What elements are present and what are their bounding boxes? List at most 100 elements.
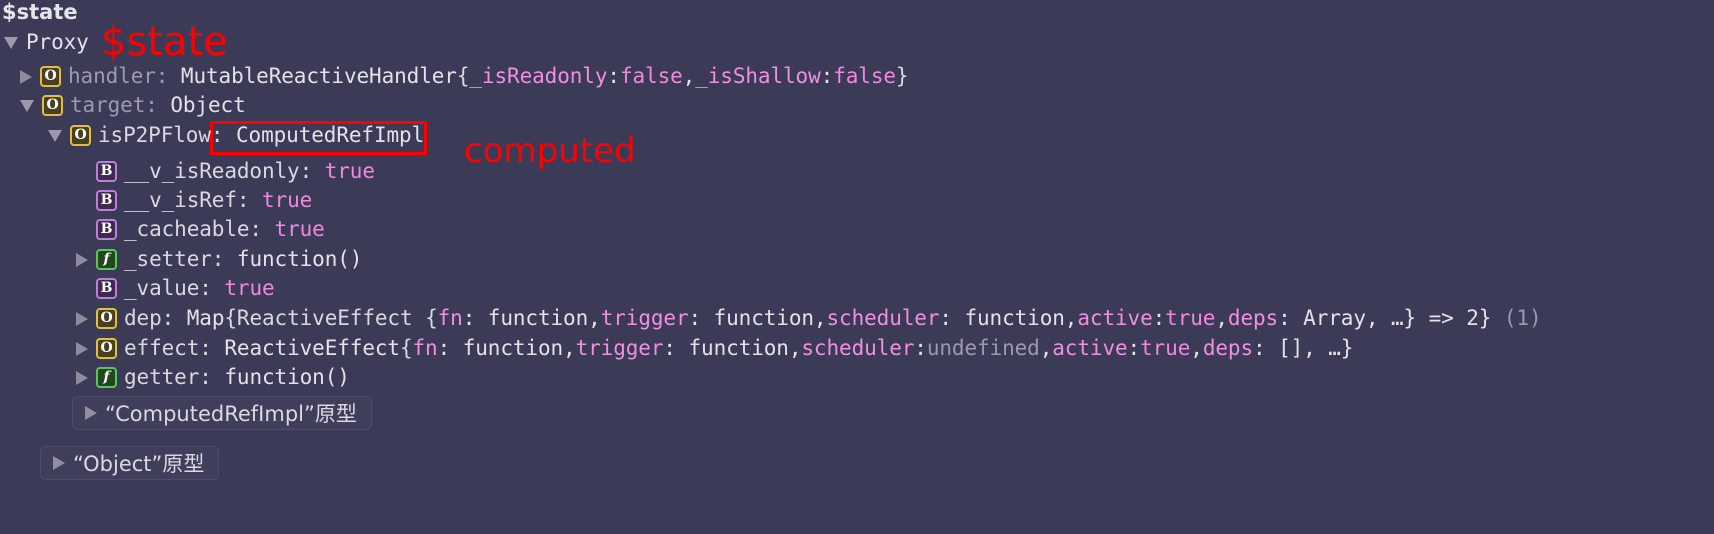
property-key: effect: bbox=[124, 336, 212, 360]
property-value-function: function() bbox=[224, 365, 350, 389]
annotation-state: $state bbox=[101, 19, 228, 65]
property-key: _value: bbox=[124, 276, 212, 300]
chevron-right-icon[interactable] bbox=[20, 69, 32, 84]
devtools-object-inspector: $state $state computed Proxy Ohandler: M… bbox=[0, 0, 1714, 534]
property-value-class: MutableReactiveHandler bbox=[180, 64, 457, 88]
tree-row-v_isreadonly[interactable]: B __v_isReadonly: true bbox=[76, 157, 375, 186]
property-key: isP2PFlow: bbox=[98, 123, 224, 147]
preview-token: scheduler bbox=[826, 306, 940, 330]
chevron-down-icon[interactable] bbox=[20, 99, 34, 112]
object-type-badge-icon: O bbox=[42, 95, 63, 116]
property-key: __v_isReadonly: bbox=[124, 159, 313, 183]
property-key: _cacheable: bbox=[124, 217, 262, 241]
preview-token: active bbox=[1052, 336, 1128, 360]
preview-token: , bbox=[1039, 336, 1053, 360]
preview-token: : function, bbox=[437, 336, 576, 360]
boolean-type-badge-icon: B bbox=[96, 278, 117, 299]
tree-row-isp2pflow[interactable]: OisP2PFlow: ComputedRefImpl bbox=[48, 121, 424, 150]
toggle-spacer bbox=[76, 171, 88, 172]
property-key: handler: bbox=[68, 64, 169, 88]
property-value-class: Map bbox=[186, 306, 225, 330]
preview-token: : [], …} bbox=[1253, 336, 1354, 360]
property-key: dep: bbox=[124, 306, 175, 330]
chevron-right-icon[interactable] bbox=[53, 456, 65, 470]
property-value-class: Object bbox=[170, 93, 246, 117]
property-value-function: function() bbox=[236, 247, 363, 271]
toggle-spacer bbox=[76, 200, 88, 201]
tree-row-value[interactable]: B _value: true bbox=[76, 274, 275, 303]
tree-row-effect[interactable]: Oeffect: ReactiveEffect {fn: function, t… bbox=[76, 334, 1353, 363]
preview-token: trigger bbox=[575, 336, 664, 360]
prototype-row-computedrefimpl[interactable]: “ComputedRefImpl”原型 bbox=[72, 396, 372, 430]
tree-row-proxy[interactable]: Proxy bbox=[4, 28, 89, 57]
preview-token: deps bbox=[1202, 336, 1253, 360]
property-key: _setter: bbox=[124, 247, 225, 271]
preview-token: : bbox=[820, 64, 834, 88]
chevron-right-icon[interactable] bbox=[76, 370, 88, 385]
preview-token: : bbox=[914, 336, 927, 360]
preview-token: : function, bbox=[462, 306, 601, 330]
tree-row-target[interactable]: Otarget: Object bbox=[20, 91, 246, 120]
object-type-badge-icon: O bbox=[40, 66, 61, 87]
object-type-badge-icon: O bbox=[70, 125, 91, 146]
preview-token: true bbox=[1140, 336, 1191, 360]
preview-token: : function, bbox=[939, 306, 1078, 330]
preview-token: : Array, …} => 2} bbox=[1278, 306, 1492, 330]
preview-token: fn bbox=[412, 336, 438, 360]
preview-close-brace: } bbox=[895, 64, 909, 88]
preview-token: true bbox=[1165, 306, 1216, 330]
tree-row-getter[interactable]: f getter: function() bbox=[76, 363, 350, 392]
tree-row-cacheable[interactable]: B _cacheable: true bbox=[76, 215, 325, 244]
chevron-right-icon[interactable] bbox=[85, 406, 97, 420]
toggle-spacer bbox=[76, 288, 88, 289]
prototype-label: “Object”原型 bbox=[73, 452, 205, 476]
property-value-literal: true bbox=[274, 217, 325, 241]
chevron-down-icon[interactable] bbox=[48, 129, 62, 142]
preview-token: _isShallow bbox=[695, 64, 821, 88]
tree-row-setter[interactable]: f _setter: function() bbox=[76, 245, 362, 274]
property-value-literal: true bbox=[224, 276, 275, 300]
preview-token: : function, bbox=[663, 336, 802, 360]
tree-row-label: Proxy bbox=[26, 30, 89, 54]
object-type-badge-icon: O bbox=[96, 338, 117, 359]
function-type-badge-icon: f bbox=[96, 249, 117, 270]
chevron-right-icon[interactable] bbox=[76, 341, 88, 356]
preview-token: , bbox=[682, 64, 696, 88]
property-value-class: ReactiveEffect bbox=[224, 336, 400, 360]
property-value-literal: true bbox=[261, 188, 313, 212]
function-type-badge-icon: f bbox=[96, 367, 117, 388]
chevron-right-icon[interactable] bbox=[76, 311, 88, 326]
chevron-down-icon[interactable] bbox=[4, 36, 18, 49]
boolean-type-badge-icon: B bbox=[96, 190, 117, 211]
preview-token: : bbox=[607, 64, 620, 88]
preview-token: false bbox=[619, 64, 683, 88]
property-key: target: bbox=[70, 93, 158, 117]
preview-token: fn bbox=[437, 306, 463, 330]
preview-token: , bbox=[1215, 306, 1228, 330]
tree-row-dep[interactable]: Odep: Map {ReactiveEffect {fn: function,… bbox=[76, 304, 1542, 333]
prototype-label: “ComputedRefImpl”原型 bbox=[105, 402, 357, 426]
tree-row-handler[interactable]: Ohandler: MutableReactiveHandler{_isRead… bbox=[20, 62, 909, 91]
property-key: __v_isRef: bbox=[124, 188, 250, 212]
page-title: $state bbox=[2, 0, 78, 24]
preview-open-brace: { bbox=[456, 64, 470, 88]
toggle-spacer bbox=[76, 229, 88, 230]
chevron-right-icon[interactable] bbox=[76, 252, 88, 267]
property-key: getter: bbox=[124, 365, 212, 389]
preview-token: undefined bbox=[926, 336, 1040, 360]
preview-token: : function, bbox=[688, 306, 827, 330]
preview-token: active bbox=[1077, 306, 1153, 330]
preview-token: false bbox=[833, 64, 896, 88]
prototype-row-object[interactable]: “Object”原型 bbox=[40, 446, 220, 480]
tree-row-v_isref[interactable]: B __v_isRef: true bbox=[76, 186, 312, 215]
preview-token: scheduler bbox=[801, 336, 915, 360]
property-value-literal: true bbox=[324, 159, 375, 183]
